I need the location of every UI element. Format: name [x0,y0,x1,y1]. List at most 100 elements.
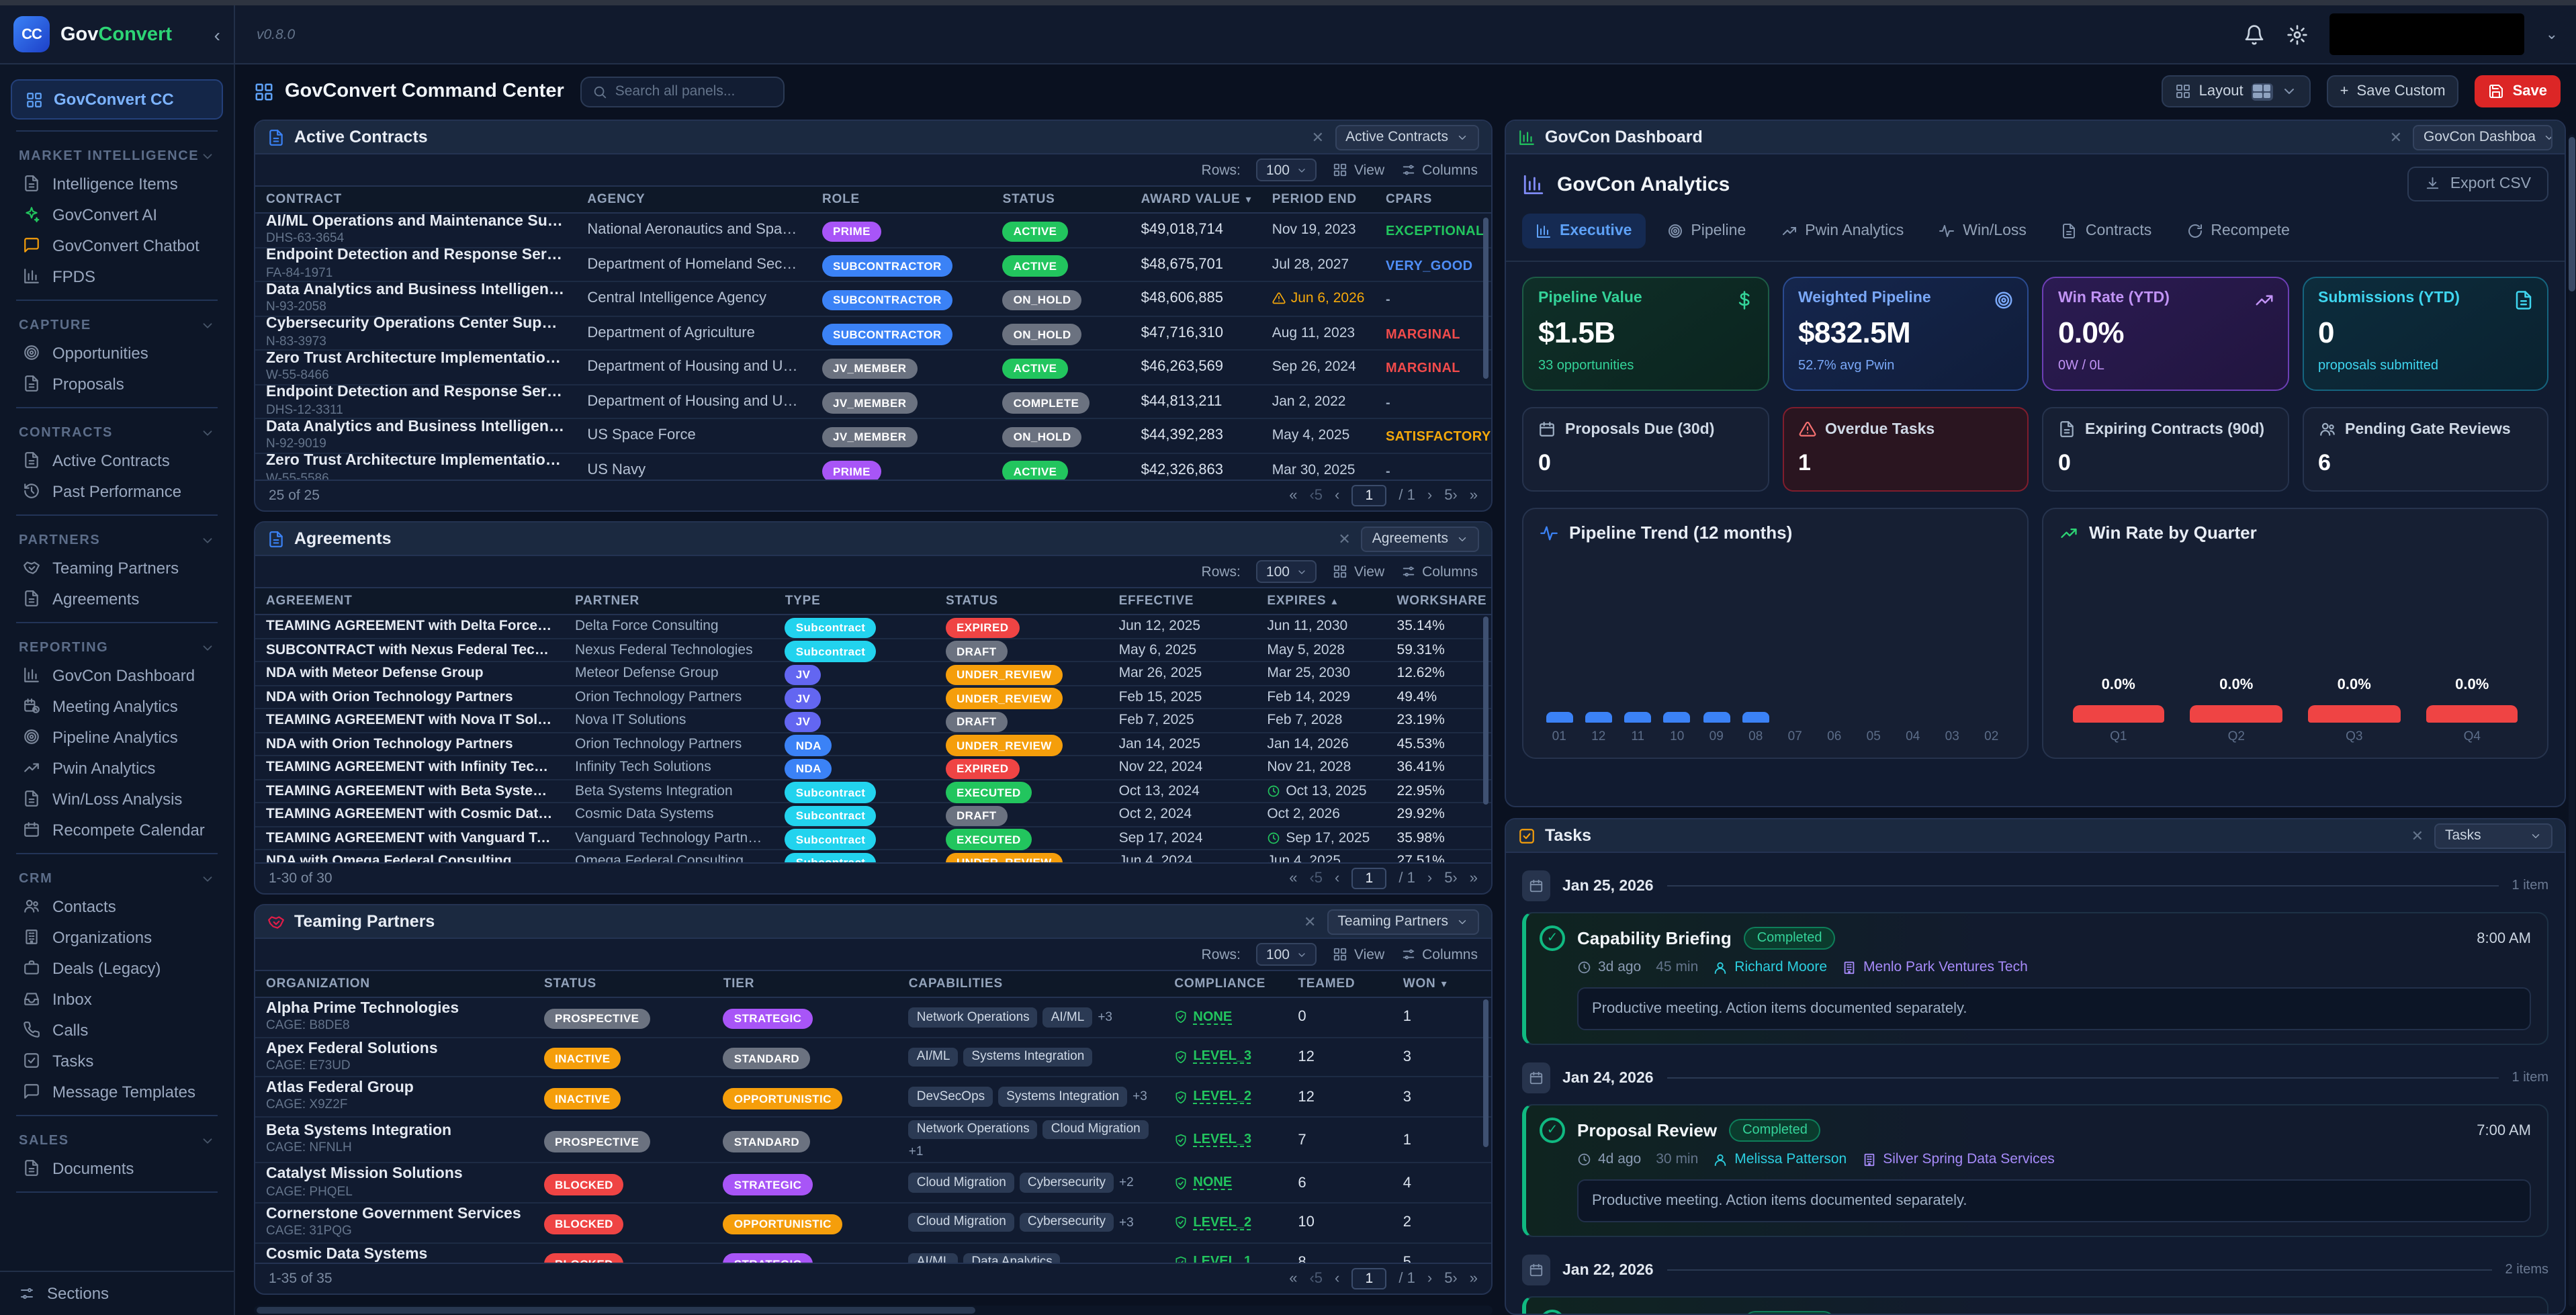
column-header[interactable]: EXPIRES▴ [1256,594,1386,608]
page-last-button[interactable]: » [1470,870,1478,887]
stat-card[interactable]: Proposals Due (30d) 0 [1522,407,1769,492]
sidebar-item[interactable]: FPDS [0,261,234,291]
sidebar-item[interactable]: Pipeline Analytics [0,721,234,752]
sidebar-item[interactable]: Tasks [0,1045,234,1076]
sidebar-section-header[interactable]: SALES [0,1124,234,1152]
sidebar-item[interactable]: Contacts [0,891,234,921]
sidebar-item[interactable]: Teaming Partners [0,552,234,583]
sidebar-collapse-button[interactable]: ‹ [214,24,220,45]
kpi-card[interactable]: Pipeline Value $1.5B 33 opportunities [1522,277,1769,391]
page-prev-button[interactable]: ‹ [1335,488,1339,504]
task-card[interactable]: ✓ Capability Briefing Completed 8:00 AM … [1522,912,2548,1045]
page-fwd5-button[interactable]: 5› [1444,870,1458,887]
export-csv-button[interactable]: Export CSV [2408,167,2548,201]
page-fwd5-button[interactable]: 5› [1444,488,1458,504]
column-header[interactable]: AWARD VALUE▾ [1130,192,1261,207]
column-header[interactable]: AGREEMENT [255,594,564,608]
sidebar-section-header[interactable]: CRM [0,862,234,891]
kpi-card[interactable]: Weighted Pipeline $832.5M 52.7% avg Pwin [1782,277,2029,391]
sidebar-section-header[interactable]: CONTRACTS [0,416,234,445]
analytics-tab[interactable]: Recompete [2173,214,2303,248]
table-row[interactable]: Data Analytics and Business Intelligence… [255,419,1491,453]
close-icon[interactable]: ✕ [1312,128,1324,146]
column-header[interactable]: AGENCY [576,192,811,207]
sidebar-item[interactable]: Pwin Analytics [0,752,234,783]
sidebar-section-header[interactable]: REPORTING [0,631,234,660]
gear-icon[interactable] [2286,24,2308,45]
task-card[interactable]: ✓ Capability Briefing Completed 9:00 AM [1522,1296,2548,1314]
sidebar-item[interactable]: Active Contracts [0,445,234,475]
view-button[interactable]: View [1333,162,1384,178]
column-header[interactable]: STATUS [533,977,713,991]
sidebar-item[interactable]: Intelligence Items [0,168,234,199]
sidebar-item-govconvert-cc[interactable]: GovConvert CC [11,79,223,120]
table-row[interactable]: Catalyst Mission SolutionsCAGE: PHQEL BL… [255,1164,1491,1204]
sidebar-section-header[interactable]: PARTNERS [0,524,234,552]
column-header[interactable]: TYPE [774,594,935,608]
sidebar-item[interactable]: Documents [0,1152,234,1183]
sidebar-item[interactable]: Past Performance [0,475,234,506]
panel-scrollbar[interactable] [1483,617,1489,805]
sidebar-item[interactable]: Deals (Legacy) [0,952,234,983]
page-last-button[interactable]: » [1470,488,1478,504]
page-last-button[interactable]: » [1470,1271,1478,1287]
table-row[interactable]: Data Analytics and Business Intelligence… [255,282,1491,316]
panel-type-select[interactable]: Teaming Partners [1327,909,1479,934]
sidebar-item[interactable]: Recompete Calendar [0,814,234,845]
panel-type-select[interactable]: Active Contracts [1335,124,1479,150]
analytics-tab[interactable]: Pipeline [1653,214,1759,248]
sidebar-item[interactable]: GovConvert Chatbot [0,230,234,261]
column-header[interactable]: WON▾ [1392,977,1491,991]
rows-per-page-select[interactable]: 100 [1257,560,1317,583]
stat-card[interactable]: Pending Gate Reviews 6 [2302,407,2548,492]
analytics-tab[interactable]: Executive [1522,214,1645,248]
column-header[interactable]: CAPABILITIES [898,977,1164,991]
sidebar-item[interactable]: GovConvert AI [0,199,234,230]
main-scrollbar[interactable] [2569,134,2575,1307]
table-row[interactable]: Cybersecurity Operations Center Support … [255,316,1491,351]
page-next-button[interactable]: › [1427,488,1432,504]
save-button[interactable]: Save [2475,75,2561,107]
page-back5-button[interactable]: ‹5 [1309,1271,1323,1287]
user-menu-redacted[interactable] [2329,13,2524,55]
sidebar-item-sections[interactable]: Sections [0,1271,234,1315]
column-header[interactable]: CPARS [1375,192,1491,207]
table-row[interactable]: Endpoint Detection and Response Services… [255,248,1491,282]
page-prev-button[interactable]: ‹ [1335,1271,1339,1287]
page-back5-button[interactable]: ‹5 [1309,488,1323,504]
table-row[interactable]: Endpoint Detection and Response Services… [255,385,1491,419]
table-row[interactable]: Beta Systems IntegrationCAGE: NFNLH PROS… [255,1118,1491,1164]
page-first-button[interactable]: « [1289,488,1297,504]
check-circle-icon[interactable]: ✓ [1540,1118,1565,1143]
view-button[interactable]: View [1333,563,1384,580]
sidebar-item[interactable]: Meeting Analytics [0,690,234,721]
save-custom-button[interactable]: + Save Custom [2327,75,2459,107]
sidebar-section-header[interactable]: MARKET INTELLIGENCE [0,140,234,168]
page-fwd5-button[interactable]: 5› [1444,1271,1458,1287]
task-person-link[interactable]: Melissa Patterson [1713,1151,1847,1167]
table-row[interactable]: Apex Federal SolutionsCAGE: E73UD INACTI… [255,1038,1491,1077]
column-header[interactable]: PARTNER [564,594,774,608]
close-icon[interactable]: ✕ [1338,530,1350,547]
close-icon[interactable]: ✕ [1304,913,1316,930]
panel-scrollbar[interactable] [1483,218,1489,379]
page-input[interactable]: 1 [1351,1268,1386,1289]
column-header[interactable]: STATUS [992,192,1130,207]
columns-button[interactable]: Columns [1401,946,1478,962]
check-circle-icon[interactable]: ✓ [1540,925,1565,951]
table-row[interactable]: Cornerstone Government ServicesCAGE: 31P… [255,1204,1491,1243]
table-row[interactable]: Alpha Prime TechnologiesCAGE: B8DE8 PROS… [255,998,1491,1038]
page-back5-button[interactable]: ‹5 [1309,870,1323,887]
bell-icon[interactable] [2244,24,2265,45]
page-next-button[interactable]: › [1427,1271,1432,1287]
table-row[interactable]: Zero Trust Architecture Implementation C… [255,351,1491,385]
column-header[interactable]: TIER [713,977,898,991]
sidebar-item[interactable]: Opportunities [0,337,234,368]
page-input[interactable]: 1 [1351,485,1386,506]
horizontal-scrollbar[interactable] [254,1306,1493,1315]
panel-type-select[interactable]: Tasks [2434,823,2552,848]
analytics-tab[interactable]: Pwin Analytics [1767,214,1917,248]
search-input[interactable] [615,83,772,99]
column-header[interactable]: ORGANIZATION [255,977,533,991]
page-first-button[interactable]: « [1289,870,1297,887]
